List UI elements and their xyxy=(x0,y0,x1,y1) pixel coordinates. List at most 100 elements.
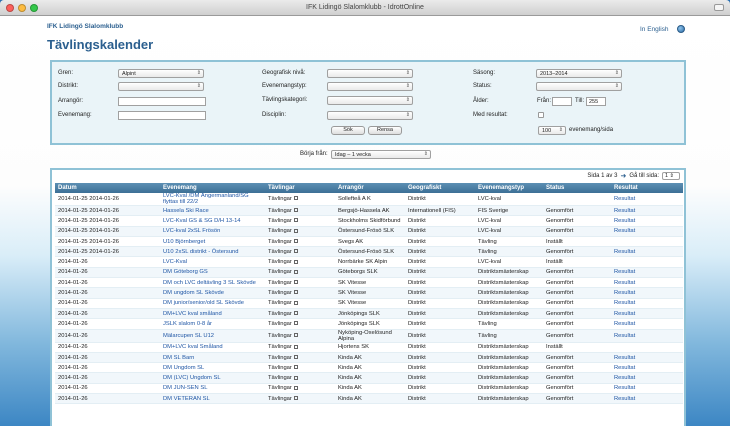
result-link[interactable]: Resultat xyxy=(611,308,683,320)
popup-icon[interactable] xyxy=(293,344,298,349)
sasong-select[interactable]: 2013–2014 ⇕ xyxy=(536,69,622,78)
competitions-cell[interactable]: Tävlingar xyxy=(265,287,335,299)
result-link[interactable]: Resultat xyxy=(611,352,683,364)
tavlingskategori-select[interactable]: ⇕ xyxy=(327,96,413,105)
event-link[interactable]: LVC-kval 2xSL Frösön xyxy=(160,226,265,237)
globe-icon[interactable] xyxy=(677,25,685,33)
popup-icon[interactable] xyxy=(293,269,298,274)
med-resultat-checkbox[interactable] xyxy=(538,112,544,118)
competitions-link[interactable]: Tävlingar xyxy=(268,196,292,202)
result-link[interactable]: Resultat xyxy=(611,267,683,279)
event-link[interactable]: DM (LVC) Ungdom SL xyxy=(160,372,265,384)
competitions-link[interactable]: Tävlingar xyxy=(268,344,292,350)
popup-icon[interactable] xyxy=(293,365,298,370)
popup-icon[interactable] xyxy=(293,354,298,359)
reset-button[interactable]: Rensa xyxy=(368,126,402,135)
result-link[interactable] xyxy=(611,342,683,353)
event-link[interactable]: LVC-Kval GS & SG D/H 13-14 xyxy=(160,215,265,227)
age-to-input[interactable]: 255 xyxy=(586,97,606,106)
competitions-link[interactable]: Tävlingar xyxy=(268,311,292,317)
page-select[interactable]: 1 ⇕ xyxy=(662,172,680,180)
popup-icon[interactable] xyxy=(293,333,298,338)
competitions-link[interactable]: Tävlingar xyxy=(268,259,292,265)
popup-icon[interactable] xyxy=(293,300,298,305)
competitions-link[interactable]: Tävlingar xyxy=(268,290,292,296)
competitions-cell[interactable]: Tävlingar xyxy=(265,372,335,384)
event-link[interactable]: DM Ungdom SL xyxy=(160,362,265,374)
result-link[interactable]: Resultat xyxy=(611,193,683,206)
competitions-link[interactable]: Tävlingar xyxy=(268,280,292,286)
event-link[interactable]: DM SL Barn xyxy=(160,352,265,364)
disciplin-select[interactable]: ⇕ xyxy=(327,111,413,120)
competitions-cell[interactable]: Tävlingar xyxy=(265,383,335,395)
column-header[interactable]: Geografiskt xyxy=(405,183,475,193)
result-link[interactable]: Resultat xyxy=(611,287,683,299)
column-header[interactable]: Resultat xyxy=(611,183,683,193)
competitions-cell[interactable]: Tävlingar xyxy=(265,277,335,289)
per-page-select[interactable]: 100 ⇕ xyxy=(538,126,566,135)
event-link[interactable]: DM JUN-SEN SL xyxy=(160,383,265,395)
distrikt-select[interactable]: ⇕ xyxy=(118,82,204,91)
column-header[interactable]: Evenemangstyp xyxy=(475,183,543,193)
competitions-cell[interactable]: Tävlingar xyxy=(265,318,335,330)
competitions-link[interactable]: Tävlingar xyxy=(268,239,292,245)
competitions-link[interactable]: Tävlingar xyxy=(268,218,292,224)
popup-icon[interactable] xyxy=(293,321,298,326)
competitions-cell[interactable]: Tävlingar xyxy=(265,236,335,248)
popup-icon[interactable] xyxy=(293,259,298,264)
event-link[interactable]: DM junior/senior/old SL Skövde xyxy=(160,298,265,309)
competitions-link[interactable]: Tävlingar xyxy=(268,365,292,371)
event-link[interactable]: U10 2xSL distrikt - Östersund xyxy=(160,246,265,258)
result-link[interactable]: Resultat xyxy=(611,383,683,395)
result-link[interactable]: Resultat xyxy=(611,277,683,289)
competitions-link[interactable]: Tävlingar xyxy=(268,375,292,381)
competitions-link[interactable]: Tävlingar xyxy=(268,355,292,361)
event-link[interactable]: DM och LVC deltävling 3 SL Skövde xyxy=(160,277,265,289)
result-link[interactable]: Resultat xyxy=(611,298,683,309)
competitions-link[interactable]: Tävlingar xyxy=(268,385,292,391)
competitions-link[interactable]: Tävlingar xyxy=(268,300,292,306)
event-link[interactable]: DM ungdom SL Skövde xyxy=(160,287,265,299)
result-link[interactable]: Resultat xyxy=(611,362,683,374)
competitions-link[interactable]: Tävlingar xyxy=(268,208,292,214)
competitions-cell[interactable]: Tävlingar xyxy=(265,256,335,268)
result-link[interactable]: Resultat xyxy=(611,215,683,227)
competitions-cell[interactable]: Tävlingar xyxy=(265,205,335,217)
competitions-cell[interactable]: Tävlingar xyxy=(265,342,335,353)
result-link[interactable]: Resultat xyxy=(611,372,683,384)
next-page-icon[interactable]: ➜ xyxy=(620,172,626,180)
fullscreen-icon[interactable] xyxy=(714,4,724,11)
popup-icon[interactable] xyxy=(293,249,298,254)
competitions-link[interactable]: Tävlingar xyxy=(268,228,292,234)
event-link[interactable]: DM Göteborg GS xyxy=(160,267,265,279)
event-link[interactable]: DM+LVC kval Småland xyxy=(160,342,265,353)
evenemangstyp-select[interactable]: ⇕ xyxy=(327,82,413,91)
popup-icon[interactable] xyxy=(293,218,298,223)
event-link[interactable]: Hassela Ski Race xyxy=(160,205,265,217)
search-button[interactable]: Sök xyxy=(331,126,365,135)
popup-icon[interactable] xyxy=(293,375,298,380)
popup-icon[interactable] xyxy=(293,228,298,233)
competitions-link[interactable]: Tävlingar xyxy=(268,396,292,402)
competitions-cell[interactable]: Tävlingar xyxy=(265,226,335,237)
competitions-link[interactable]: Tävlingar xyxy=(268,321,292,327)
competitions-cell[interactable]: Tävlingar xyxy=(265,329,335,343)
competitions-link[interactable]: Tävlingar xyxy=(268,269,292,275)
result-link[interactable]: Resultat xyxy=(611,329,683,343)
column-header[interactable]: Arrangör xyxy=(335,183,405,193)
column-header[interactable]: Tävlingar xyxy=(265,183,335,193)
column-header[interactable]: Datum xyxy=(55,183,160,193)
competitions-cell[interactable]: Tävlingar xyxy=(265,215,335,227)
result-link[interactable] xyxy=(611,236,683,248)
competitions-cell[interactable]: Tävlingar xyxy=(265,246,335,258)
event-link[interactable]: LVC-Kval xyxy=(160,256,265,268)
event-link[interactable]: DM VETERAN SL xyxy=(160,393,265,405)
competitions-cell[interactable]: Tävlingar xyxy=(265,298,335,309)
popup-icon[interactable] xyxy=(293,290,298,295)
result-link[interactable]: Resultat xyxy=(611,393,683,405)
status-select[interactable]: ⇕ xyxy=(536,82,622,91)
competitions-cell[interactable]: Tävlingar xyxy=(265,393,335,405)
popup-icon[interactable] xyxy=(293,208,298,213)
event-link[interactable]: DM+LVC kval småland xyxy=(160,308,265,320)
popup-icon[interactable] xyxy=(293,311,298,316)
